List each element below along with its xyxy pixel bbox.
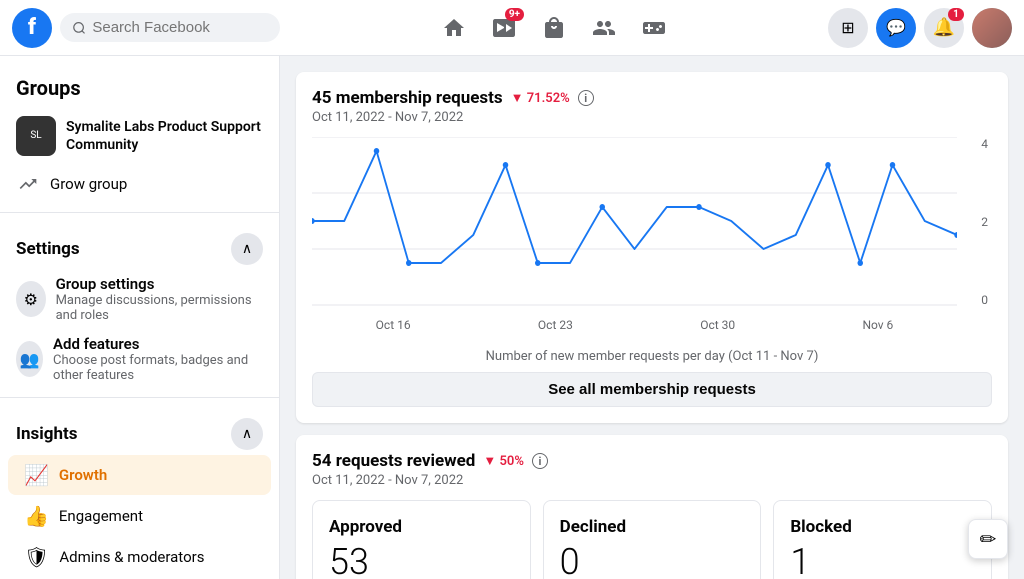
membership-chart: 4 2 0 Oct 16 Oct 23 Oct 30 Nov 6 [312,137,992,337]
reviewed-date-range: Oct 11, 2022 - Nov 7, 2022 [312,473,992,488]
see-all-requests-button[interactable]: See all membership requests [312,372,992,407]
notifications-button[interactable]: 🔔 1 [924,8,964,48]
xaxis-oct30: Oct 30 [700,318,735,332]
engagement-icon: 👍 [24,504,49,528]
stats-grid: Approved 53 ▼ ▼ 73% Declined 0 Blocked 1 [312,500,992,579]
top-navigation: f 9+ ⊞ 💬 🔔 1 [0,0,1024,56]
yaxis-4: 4 [981,137,988,151]
nav-video-button[interactable]: 9+ [480,4,528,52]
group-avatar: SL [16,116,56,156]
approved-label: Approved [329,517,514,537]
growth-icon: 📈 [24,463,49,487]
blocked-label: Blocked [790,517,975,537]
admins-icon: 🛡 [24,545,49,569]
grow-icon [16,172,40,196]
chart-area [312,137,957,307]
add-features-icon: 👥 [16,341,43,377]
sidebar: Groups SL Symalite Labs Product Support … [0,56,280,579]
search-icon [72,20,86,36]
xaxis-nov6: Nov 6 [862,318,893,332]
user-avatar[interactable] [972,8,1012,48]
nav-groups-button[interactable] [580,4,628,52]
divider [0,212,279,213]
declined-value: 0 [560,541,745,579]
engagement-label: Engagement [59,507,143,525]
blocked-value: 1 [790,541,975,579]
group-settings-title: Group settings [56,275,263,293]
group-name: Symalite Labs Product Support Community [66,118,263,154]
xaxis-oct23: Oct 23 [538,318,573,332]
xaxis-oct16: Oct 16 [376,318,411,332]
yaxis-0: 0 [981,293,988,307]
requests-reviewed-title: 54 requests reviewed ▼ 50% i [312,451,992,471]
messenger-button[interactable]: 💬 [876,8,916,48]
requests-reviewed-card: 54 requests reviewed ▼ 50% i Oct 11, 202… [296,435,1008,579]
nav-engagement-item[interactable]: 👍 Engagement [8,496,271,536]
declined-label: Declined [560,517,745,537]
grow-group-link[interactable]: Grow group [0,164,279,204]
insights-title: Insights [16,424,77,444]
chart-yaxis: 4 2 0 [962,137,992,307]
reviewed-badge: ▼ 50% [483,453,524,469]
nav-growth-item[interactable]: 📈 Growth [8,455,271,495]
approved-value: 53 [329,541,514,579]
video-badge: 9+ [505,8,524,21]
settings-collapse-btn[interactable]: ∧ [231,233,263,265]
declined-stat: Declined 0 [543,500,762,579]
membership-requests-card: 45 membership requests ▼ 71.52% i Oct 11… [296,72,1008,423]
notifications-badge: 1 [948,8,964,21]
settings-section-header: Settings ∧ [0,221,279,269]
group-settings-item[interactable]: ⚙ Group settings Manage discussions, per… [0,269,279,329]
nav-home-button[interactable] [430,4,478,52]
group-settings-desc: Manage discussions, permissions and role… [56,293,263,323]
add-features-desc: Choose post formats, badges and other fe… [53,353,263,383]
growth-label: Growth [59,466,107,484]
chart-xaxis: Oct 16 Oct 23 Oct 30 Nov 6 [312,313,957,337]
blocked-stat: Blocked 1 [773,500,992,579]
settings-icon: ⚙ [16,281,46,317]
membership-requests-title: 45 membership requests ▼ 71.52% i [312,88,992,108]
membership-date-range: Oct 11, 2022 - Nov 7, 2022 [312,110,992,125]
grid-menu-button[interactable]: ⊞ [828,8,868,48]
nav-marketplace-button[interactable] [530,4,578,52]
facebook-logo[interactable]: f [12,8,52,48]
admins-label: Admins & moderators [59,548,204,566]
settings-title: Settings [16,239,80,259]
search-bar[interactable] [60,13,280,42]
insights-collapse-btn[interactable]: ∧ [231,418,263,450]
nav-right-actions: ⊞ 💬 🔔 1 [828,8,1012,48]
yaxis-2: 2 [981,215,988,229]
groups-section-title: Groups [0,68,279,108]
nav-admins-item[interactable]: 🛡 Admins & moderators [8,537,271,577]
main-layout: Groups SL Symalite Labs Product Support … [0,56,1024,579]
membership-badge: ▼ 71.52% [511,90,570,106]
nav-icons-group: 9+ [288,4,820,52]
grow-group-label: Grow group [50,175,127,193]
approved-stat: Approved 53 ▼ ▼ 73% [312,500,531,579]
floating-action-button[interactable]: ✏ [968,519,1008,559]
nav-gaming-button[interactable] [630,4,678,52]
chart-caption: Number of new member requests per day (O… [312,349,992,364]
search-input[interactable] [92,19,268,36]
divider2 [0,397,279,398]
add-features-title: Add features [53,335,263,353]
membership-info-icon[interactable]: i [578,90,594,106]
group-item[interactable]: SL Symalite Labs Product Support Communi… [0,108,279,164]
main-content: 45 membership requests ▼ 71.52% i Oct 11… [280,56,1024,579]
add-features-item[interactable]: 👥 Add features Choose post formats, badg… [0,329,279,389]
insights-section-header: Insights ∧ [0,406,279,454]
reviewed-info-icon[interactable]: i [532,453,548,469]
